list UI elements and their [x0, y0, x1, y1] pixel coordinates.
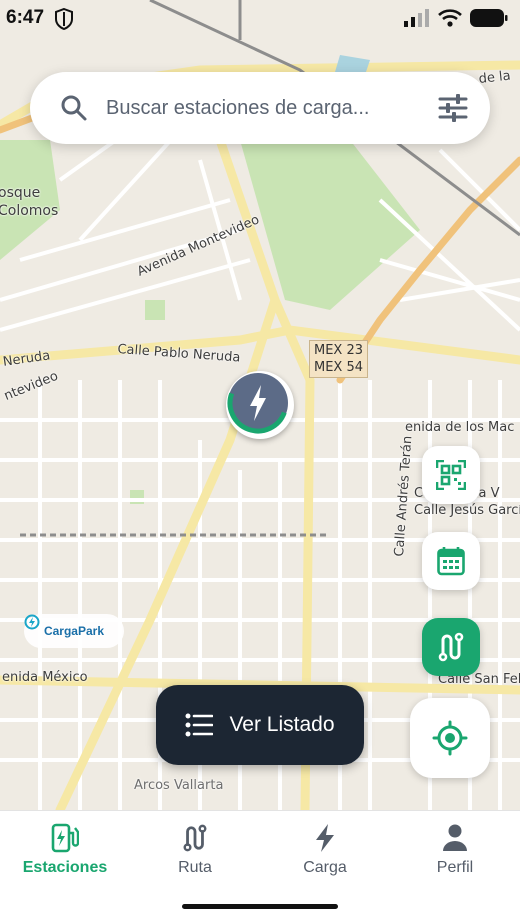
- user-icon: [443, 824, 467, 851]
- crosshair-icon: [432, 720, 468, 756]
- map-label-bosque: osque: [0, 185, 41, 201]
- cargapark-logo-icon: [24, 614, 40, 630]
- route-mode-button[interactable]: [422, 618, 480, 676]
- home-indicator: [182, 904, 338, 909]
- my-location-button[interactable]: [410, 698, 490, 778]
- status-time: 6:47: [6, 7, 45, 28]
- charging-station-icon: [51, 823, 79, 853]
- search-bar[interactable]: Buscar estaciones de carga...: [30, 72, 490, 144]
- map-label-calle-jesus: Calle Jesús Garcí: [414, 503, 520, 518]
- calendar-button[interactable]: [422, 532, 480, 590]
- highway-shield: MEX 23 MEX 54: [309, 340, 369, 378]
- status-bar: 6:47: [0, 0, 520, 36]
- list-icon: [185, 713, 214, 737]
- route-icon: [183, 824, 207, 852]
- station-marker[interactable]: [226, 371, 294, 439]
- search-icon: [61, 95, 87, 121]
- calendar-icon: [437, 547, 465, 576]
- filter-icon[interactable]: [438, 94, 468, 122]
- route-icon: [438, 632, 464, 662]
- map-label-arcos-vallarta: Arcos Vallarta: [134, 778, 224, 793]
- qr-code-icon: [436, 460, 466, 490]
- nav-label-perfil: Perfil: [436, 859, 474, 876]
- view-list-button[interactable]: Ver Listado: [156, 685, 364, 765]
- wifi-icon: [438, 9, 462, 27]
- qr-scan-button[interactable]: [422, 446, 480, 504]
- map-label-de-los-mac: enida de los Mac: [405, 420, 515, 435]
- nav-tab-perfil[interactable]: Perfil: [390, 823, 520, 877]
- nav-label-carga: Carga: [303, 859, 347, 876]
- nav-tab-ruta[interactable]: Ruta: [130, 823, 260, 877]
- search-input[interactable]: Buscar estaciones de carga...: [106, 97, 438, 120]
- battery-icon: [470, 9, 508, 27]
- bolt-icon: [316, 824, 334, 852]
- cargapark-attribution: CargaPark: [24, 614, 124, 648]
- signal-icon: [404, 9, 429, 27]
- nav-tab-estaciones[interactable]: Estaciones: [0, 823, 130, 877]
- map-label-avenida-mexico: enida México: [2, 670, 88, 685]
- cargapark-label: CargaPark: [43, 624, 105, 638]
- nav-label-ruta: Ruta: [178, 859, 212, 876]
- nav-label-estaciones: Estaciones: [22, 859, 108, 876]
- vpn-shield-icon: [55, 8, 73, 30]
- nav-tab-carga[interactable]: Carga: [260, 823, 390, 877]
- highway-shield-line1: MEX 23: [314, 343, 364, 358]
- map-label-colomos: Colomos: [0, 203, 59, 219]
- highway-shield-line2: MEX 54: [314, 360, 364, 375]
- station-marker-icon: [227, 373, 288, 434]
- view-list-label: Ver Listado: [229, 713, 335, 736]
